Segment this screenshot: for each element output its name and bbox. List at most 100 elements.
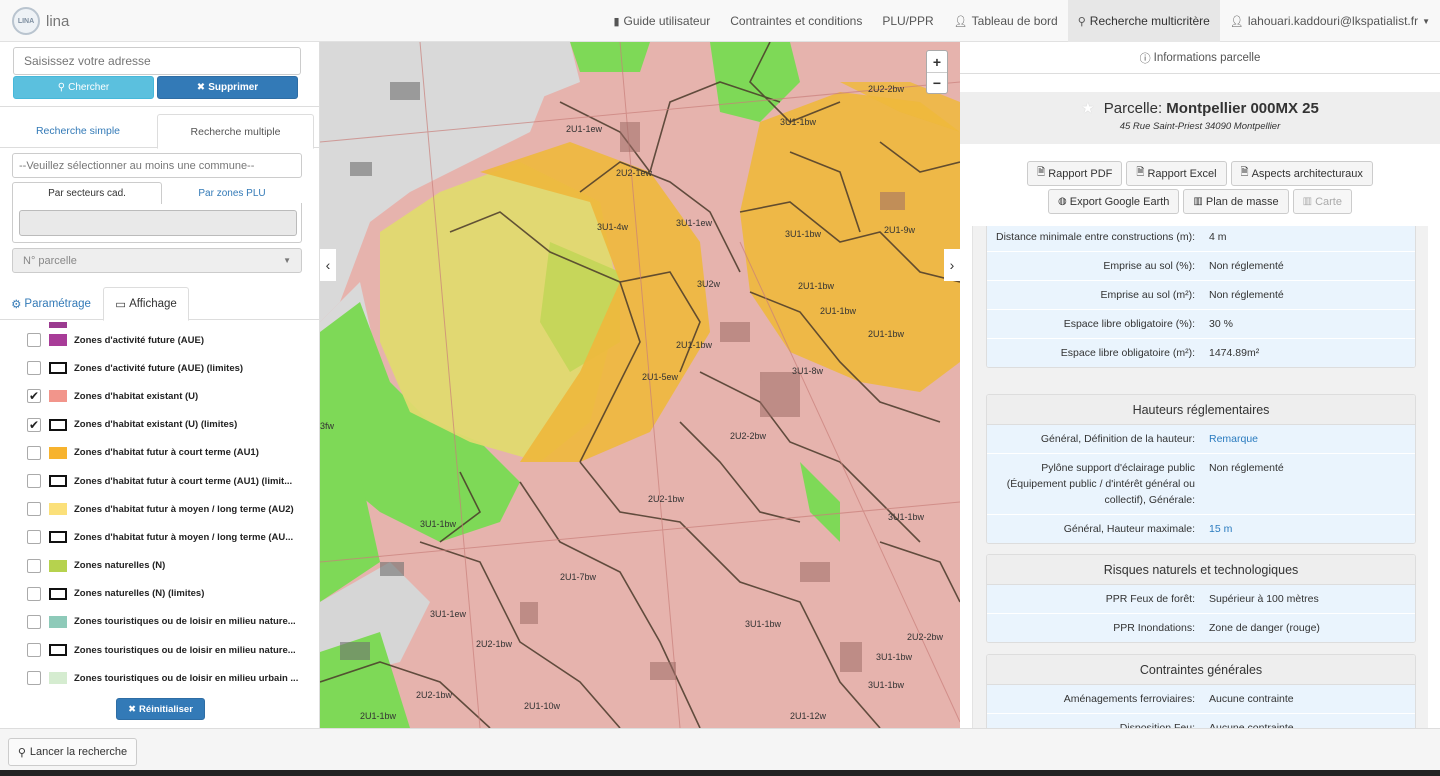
- zone-label: 3U1-1bw: [876, 652, 913, 662]
- layer-checkbox[interactable]: [27, 614, 41, 629]
- layer-checkbox[interactable]: ✔: [27, 417, 41, 432]
- nav-guide-utilisateur[interactable]: ▮ Guide utilisateur: [603, 0, 720, 42]
- collapse-right-panel-button[interactable]: ›: [944, 249, 960, 281]
- tab-par-secteurs-cad[interactable]: Par secteurs cad.: [12, 182, 162, 204]
- layer-row[interactable]: Zones d'habitat futur à court terme (AU1…: [0, 439, 320, 467]
- nav-tableau-de-bord[interactable]: 👤︎ Tableau de bord: [944, 0, 1068, 42]
- zone-label: 2U2-1ew: [616, 168, 653, 178]
- layer-row[interactable]: Zones naturelles (N): [0, 552, 320, 580]
- delete-button-label: Supprimer: [208, 82, 259, 93]
- address-input[interactable]: [13, 47, 301, 75]
- map-view[interactable]: 2U2-2bw 3U1-1bw 2U1-1ew 2U2-1ew 3U1-4w 3U1-1e…: [320, 42, 960, 728]
- export-google-earth-button[interactable]: ◍ Export Google Earth: [1048, 189, 1180, 214]
- layer-row[interactable]: Zones d'activité future (AUE) (limites): [0, 354, 320, 382]
- panel-title: Risques naturels et technologiques: [987, 555, 1415, 585]
- detail-value-link[interactable]: 15 m: [1203, 515, 1415, 543]
- plan-de-masse-button[interactable]: ▥ Plan de masse: [1183, 189, 1289, 214]
- layer-checkbox[interactable]: [27, 643, 41, 658]
- layer-swatch: [49, 531, 67, 544]
- carte-button[interactable]: ▥ Carte: [1292, 189, 1352, 214]
- layer-swatch: [49, 446, 67, 459]
- parcel-details-scroll[interactable]: Distance minimale entre constructions (m…: [972, 226, 1428, 728]
- layer-label: Zones d'habitat futur à court terme (AU1…: [74, 475, 293, 487]
- zoom-out-button[interactable]: −: [927, 72, 947, 93]
- layer-checkbox[interactable]: [27, 558, 41, 573]
- layer-checkbox[interactable]: [27, 671, 41, 686]
- launch-search-label: Lancer la recherche: [29, 746, 128, 758]
- layer-checkbox[interactable]: [27, 502, 41, 517]
- layer-row[interactable]: Zones d'habitat futur à moyen / long ter…: [0, 495, 320, 523]
- detail-value: Supérieur à 100 mètres: [1209, 593, 1319, 605]
- detail-value: Aucune contrainte: [1209, 693, 1294, 705]
- detail-row: Distance minimale entre constructions (m…: [987, 226, 1415, 251]
- layer-checkbox[interactable]: [27, 333, 41, 348]
- star-icon[interactable]: ★: [1081, 100, 1094, 117]
- aspects-architecturaux-button[interactable]: 🗎︎ Aspects architecturaux: [1230, 161, 1373, 186]
- tab-par-zones-plu[interactable]: Par zones PLU: [162, 182, 302, 204]
- secteur-field[interactable]: [19, 210, 297, 236]
- search-button[interactable]: ⚲ Chercher: [13, 76, 154, 99]
- commune-select-placeholder: --Veuillez sélectionner au moins une com…: [19, 159, 255, 172]
- nav-plu-ppr[interactable]: PLU/PPR: [872, 0, 943, 42]
- tab-parametrage[interactable]: ⚙ Paramétrage: [0, 287, 102, 320]
- layer-row[interactable]: Zones d'habitat futur à court terme (AU1…: [0, 467, 320, 495]
- nav-label: Tableau de bord: [971, 14, 1058, 28]
- commune-select[interactable]: --Veuillez sélectionner au moins une com…: [12, 153, 302, 178]
- layer-checkbox[interactable]: [27, 445, 41, 460]
- layer-checkbox[interactable]: [27, 361, 41, 376]
- zone-label: 2U1-1bw: [820, 306, 857, 316]
- zone-label: 2U2-2bw: [907, 632, 944, 642]
- zone-label: 3U1-1bw: [745, 619, 782, 629]
- tab-informations-parcelle[interactable]: ⓘ Informations parcelle: [960, 42, 1440, 74]
- file-excel-icon: 🗎︎: [1136, 167, 1145, 178]
- layer-row[interactable]: ✔ Zones d'habitat existant (U) (limites): [0, 411, 320, 439]
- top-navbar: LINA lina ▮ Guide utilisateur Contrainte…: [0, 0, 1440, 42]
- nav-contraintes[interactable]: Contraintes et conditions: [720, 0, 872, 42]
- zoom-in-button[interactable]: +: [927, 51, 947, 72]
- detail-value-link[interactable]: Remarque: [1203, 425, 1415, 453]
- zone-subtabs: Par secteurs cad. Par zones PLU: [12, 182, 302, 204]
- footer-bar: ⚲ Lancer la recherche: [0, 728, 1440, 776]
- detail-key: Espace libre obligatoire (%):: [1063, 318, 1195, 330]
- layer-swatch: [49, 559, 67, 572]
- subtab-body: [12, 203, 302, 243]
- layer-row[interactable]: Zones d'activité future (AUE): [0, 326, 320, 354]
- detail-row: Aménagements ferroviaires: Aucune contrai…: [987, 685, 1415, 713]
- layer-checkbox[interactable]: [27, 586, 41, 601]
- nav-recherche-multicritere[interactable]: ⚲ Recherche multicritère: [1067, 0, 1220, 42]
- reset-button[interactable]: ✖ Réinitialiser: [116, 698, 205, 720]
- button-label: Aspects architecturaux: [1251, 167, 1363, 180]
- layer-row[interactable]: Zones d'habitat futur à moyen / long ter…: [0, 523, 320, 551]
- zone-label: 2U1-1bw: [798, 281, 835, 291]
- search-mode-tabs: Recherche simple Recherche multiple: [0, 114, 320, 149]
- nav-label: Guide utilisateur: [623, 14, 711, 28]
- rapport-pdf-button[interactable]: 🗎︎ Rapport PDF: [1027, 161, 1123, 186]
- tab-recherche-multiple[interactable]: Recherche multiple: [157, 114, 314, 149]
- layer-checkbox[interactable]: [27, 530, 41, 545]
- parcel-number-select[interactable]: N° parcelle ▼: [12, 248, 302, 273]
- layer-row[interactable]: Zones naturelles (N) (limites): [0, 580, 320, 608]
- delete-button[interactable]: ✖ Supprimer: [157, 76, 298, 99]
- zone-label: 3U1-1bw: [785, 229, 822, 239]
- launch-search-button[interactable]: ⚲ Lancer la recherche: [8, 738, 137, 766]
- brand[interactable]: LINA lina: [12, 7, 69, 35]
- tab-recherche-simple[interactable]: Recherche simple: [0, 114, 156, 148]
- layer-swatch: [49, 615, 67, 628]
- layer-swatch: [49, 475, 67, 488]
- layer-row[interactable]: Zones touristiques ou de loisir en milie…: [0, 636, 320, 664]
- layer-row[interactable]: ✔ Zones d'habitat existant (U): [0, 382, 320, 410]
- nav-label: lahouari.kaddouri@lkspatialist.fr: [1247, 14, 1419, 28]
- collapse-left-panel-button[interactable]: ‹: [320, 249, 336, 281]
- nav-user-account[interactable]: 👤︎ lahouari.kaddouri@lkspatialist.fr ▼: [1220, 0, 1440, 42]
- zoning-map[interactable]: [320, 42, 960, 728]
- rapport-excel-button[interactable]: 🗎︎ Rapport Excel: [1126, 161, 1227, 186]
- layer-label: Zones d'habitat existant (U) (limites): [74, 419, 238, 431]
- layer-checkbox[interactable]: ✔: [27, 389, 41, 404]
- layer-row[interactable]: Zones touristiques ou de loisir en milie…: [0, 608, 320, 636]
- detail-row: Disposition Feu: Aucune contrainte: [987, 713, 1415, 728]
- search-icon: ⚲: [1077, 15, 1086, 28]
- tab-affichage[interactable]: ▭ Affichage: [103, 287, 189, 321]
- layer-checkbox[interactable]: [27, 474, 41, 489]
- zone-label: 2U2-2bw: [868, 84, 905, 94]
- layer-row[interactable]: Zones touristiques ou de loisir en milie…: [0, 664, 320, 692]
